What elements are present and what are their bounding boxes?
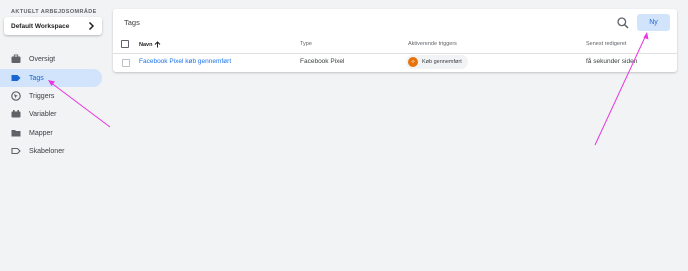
trigger-icon <box>11 91 21 101</box>
search-icon[interactable] <box>616 16 630 30</box>
sidebar-item-label: Mapper <box>29 129 53 137</box>
panel-title: Tags <box>124 18 140 27</box>
sidebar-item-label: Tags <box>29 74 44 82</box>
sidebar-item-mapper[interactable]: Mapper <box>0 124 102 142</box>
arrow-up-icon <box>155 41 161 48</box>
code-icon: ‹› <box>408 57 418 67</box>
column-header-name-label: Navn <box>139 41 153 48</box>
sidebar-item-oversigt[interactable]: Oversigt <box>0 50 102 68</box>
tag-icon <box>11 75 21 81</box>
sidebar-item-variabler[interactable]: Variabler <box>0 105 102 123</box>
sidebar-item-triggers[interactable]: Triggers <box>0 87 102 105</box>
column-header-name[interactable]: Navn <box>139 41 161 48</box>
variables-icon <box>11 110 21 118</box>
column-header-type[interactable]: Type <box>300 41 312 47</box>
sidebar-item-tags[interactable]: Tags <box>0 69 102 87</box>
workspace-caption: AKTUELT ARBEJDSOMRÅDE <box>11 9 97 15</box>
tag-name-link[interactable]: Facebook Pixel køb gennemført <box>139 58 231 65</box>
select-all-checkbox[interactable] <box>121 40 129 48</box>
trigger-chip-label: Køb gennemført <box>422 59 462 65</box>
chevron-right-icon <box>88 21 95 31</box>
sidebar-item-label: Variabler <box>29 110 57 118</box>
column-header-triggers[interactable]: Aktiverende triggers <box>408 41 457 47</box>
sidebar-item-label: Triggers <box>29 92 55 100</box>
workspace-selector[interactable]: Default Workspace <box>4 17 102 35</box>
tags-panel: Tags Ny Navn Type Aktiverende triggers S… <box>113 9 677 72</box>
sidebar-item-label: Oversigt <box>29 55 56 63</box>
sidebar-item-skabeloner[interactable]: Skabeloner <box>0 142 102 160</box>
last-edited: få sekunder siden <box>586 58 638 65</box>
column-header-edited[interactable]: Senest redigeret <box>586 41 626 47</box>
sidebar-item-label: Skabeloner <box>29 147 65 155</box>
trigger-chip[interactable]: ‹› Køb gennemført <box>406 55 468 69</box>
template-icon <box>11 147 21 155</box>
row-checkbox[interactable] <box>122 59 130 67</box>
folder-icon <box>11 130 21 137</box>
header-divider <box>113 53 677 54</box>
new-tag-button[interactable]: Ny <box>637 14 670 31</box>
tag-type: Facebook Pixel <box>300 58 345 65</box>
workspace-name: Default Workspace <box>11 22 70 30</box>
sidebar: AKTUELT ARBEJDSOMRÅDE Default Workspace … <box>0 0 108 271</box>
briefcase-icon <box>11 54 21 63</box>
